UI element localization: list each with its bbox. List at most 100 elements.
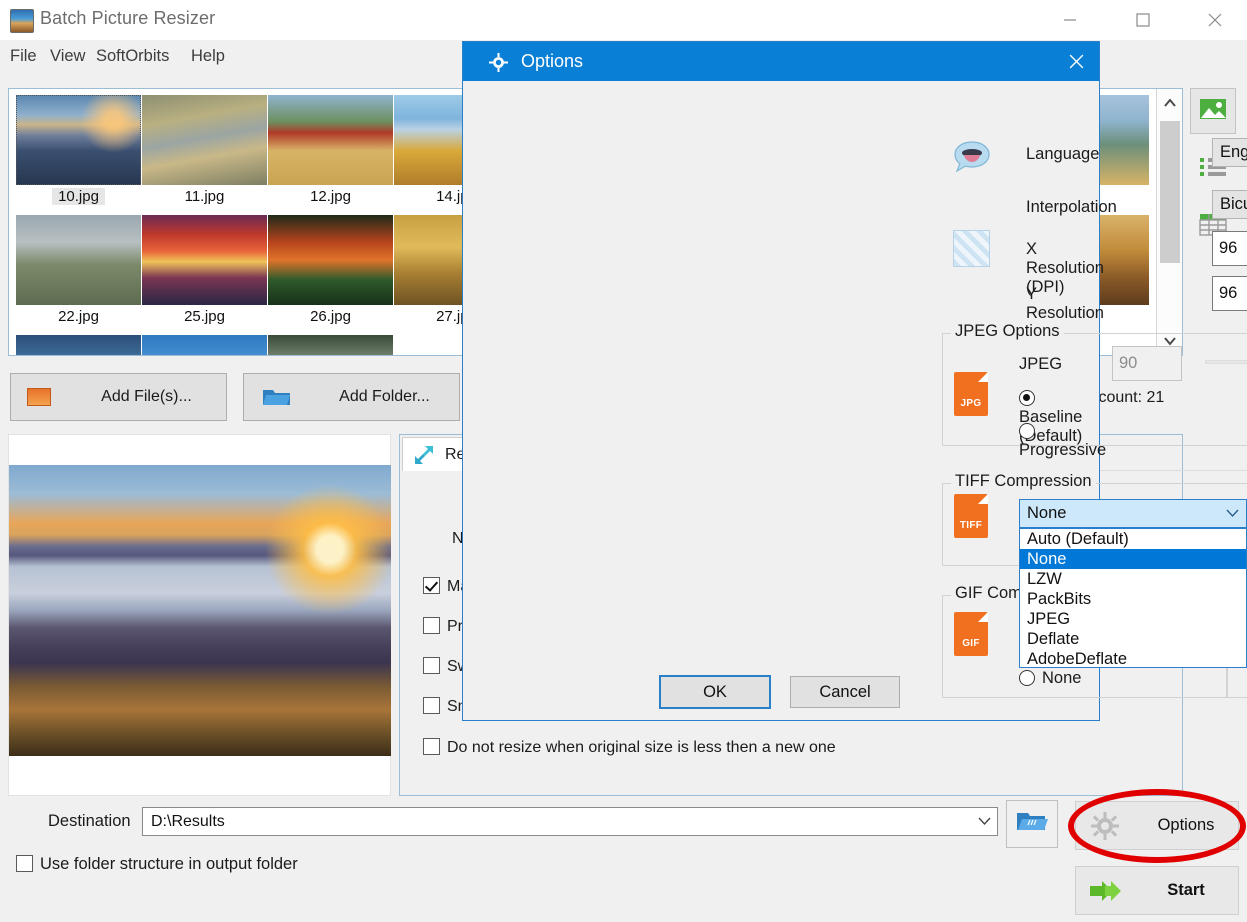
tiff-compression-dropdown-list[interactable]: Auto (Default) None LZW PackBits JPEG De… [1019,528,1247,668]
thumbnail-item-5[interactable]: 25.jpg [142,215,267,325]
minimize-button[interactable] [1047,0,1093,40]
menu-item-help[interactable]: Help [185,42,231,70]
resize-arrows-icon [403,443,445,467]
add-folder-button[interactable]: Add Folder... [243,373,460,421]
cancel-button-label: Cancel [819,683,870,702]
thumbnail-label: 11.jpg [142,185,267,205]
thumbnail-image [142,95,267,185]
use-folder-structure-checkbox[interactable]: Use folder structure in output folder [16,855,298,874]
thumbnail-item-10[interactable] [268,335,393,356]
thumbnail-image [268,335,393,356]
checkbox-icon[interactable] [16,855,33,872]
jpg-icon-label: JPG [961,398,982,409]
thumbnail-item-8[interactable] [16,335,141,356]
divider [1095,470,1247,471]
app-image-icon [10,9,34,33]
title-bar: Batch Picture Resizer [0,0,1247,40]
checkbox-icon[interactable] [423,617,440,634]
destination-label: Destination [48,812,131,831]
folder-icon [244,386,310,408]
thumbnail-view-button[interactable] [1190,88,1236,134]
options-dialog: Options Language English Interpolation B… [462,41,1100,721]
no-resize-checkbox[interactable]: Do not resize when original size is less… [423,738,836,757]
dialog-title: Options [521,51,583,72]
start-arrow-icon [1076,879,1134,903]
window-title: Batch Picture Resizer [40,8,215,29]
thumbnail-image [268,215,393,305]
checkbox-icon[interactable] [423,657,440,674]
thumbnail-item-1[interactable]: 11.jpg [142,95,267,205]
thumbnail-image [142,335,267,356]
thumbnail-view-icon [1199,98,1227,125]
jpeg-quality-value: 90 [1113,354,1137,373]
interpolation-combo[interactable]: Bicubic (soft) [1212,190,1247,219]
folder-open-icon [1016,810,1048,839]
jpeg-progressive-radio[interactable]: Progressive [1019,422,1106,460]
menu-item-view[interactable]: View [44,42,91,70]
add-files-label: Add File(s)... [67,388,226,406]
tiff-option-none[interactable]: None [1020,549,1246,569]
tiff-option-jpeg[interactable]: JPEG [1020,609,1246,629]
scrollbar-thumb[interactable] [1160,121,1180,263]
language-combo[interactable]: English [1212,138,1247,167]
checkbox-icon[interactable] [423,738,440,755]
y-resolution-input[interactable]: 96 [1212,276,1247,311]
thumbnail-label: 22.jpg [16,305,141,325]
jpeg-quality-input[interactable]: 90 [1112,346,1182,381]
thumbnail-image [268,95,393,185]
tiff-option-lzw[interactable]: LZW [1020,569,1246,589]
options-button[interactable]: Options [1075,801,1239,850]
menu-item-softorbits[interactable]: SoftOrbits [90,42,175,70]
gif-none-radio[interactable]: None [1019,669,1081,688]
tiff-option-auto[interactable]: Auto (Default) [1020,529,1246,549]
destination-value[interactable]: D:\Results [143,813,971,831]
tiff-option-adobedeflate[interactable]: AdobeDeflate [1020,649,1246,668]
thumbnail-image [16,215,141,305]
gif-icon-label: GIF [962,638,980,649]
thumbnail-label: 10.jpg [16,185,141,205]
menu-item-file[interactable]: File [4,42,43,70]
dialog-close-button[interactable] [1053,42,1099,81]
thumbnail-item-4[interactable]: 22.jpg [16,215,141,325]
tiff-compression-title: TIFF Compression [951,472,1096,491]
ok-button-label: OK [703,683,727,702]
jpeg-quality-label: JPEG [1019,355,1062,374]
scroll-up-icon[interactable] [1157,89,1183,117]
speech-bubble-icon [952,139,992,175]
add-files-button[interactable]: Add File(s)... [10,373,227,421]
checkbox-icon[interactable] [423,697,440,714]
radio-icon[interactable] [1019,390,1035,406]
thumbnail-item-2[interactable]: 12.jpg [268,95,393,205]
gear-icon [1076,812,1134,840]
chevron-down-icon[interactable] [971,817,997,826]
tiff-option-deflate[interactable]: Deflate [1020,629,1246,649]
start-button[interactable]: Start [1075,866,1239,915]
radio-icon[interactable] [1019,670,1035,686]
ok-button[interactable]: OK [660,676,770,708]
interpolation-label: Interpolation [1026,198,1117,217]
chevron-down-icon[interactable] [1218,509,1246,518]
jpg-file-icon: JPG [954,372,988,416]
thumbnail-item-0[interactable]: 10.jpg [16,95,141,205]
resolution-icon [953,230,990,267]
thumbnail-image [16,335,141,356]
interpolation-value: Bicubic (soft) [1213,195,1247,214]
thumbnail-scrollbar[interactable] [1156,89,1182,355]
radio-icon[interactable] [1019,423,1035,439]
checkbox-icon[interactable] [423,577,440,594]
cancel-button[interactable]: Cancel [790,676,900,708]
close-button[interactable] [1192,0,1238,40]
x-resolution-input[interactable]: 96 [1212,231,1247,266]
gif-file-icon: GIF [954,612,988,656]
destination-combo[interactable]: D:\Results [142,807,998,836]
jpeg-options-title: JPEG Options [951,322,1064,341]
jpeg-quality-slider-track[interactable] [1205,360,1247,364]
thumbnail-item-9[interactable] [142,335,267,356]
browse-folder-button[interactable] [1006,800,1058,848]
maximize-button[interactable] [1120,0,1166,40]
options-button-label: Options [1134,816,1238,835]
thumbnail-item-6[interactable]: 26.jpg [268,215,393,325]
tiff-compression-combo[interactable]: None [1019,499,1247,528]
tiff-option-packbits[interactable]: PackBits [1020,589,1246,609]
language-value: English [1213,143,1247,162]
